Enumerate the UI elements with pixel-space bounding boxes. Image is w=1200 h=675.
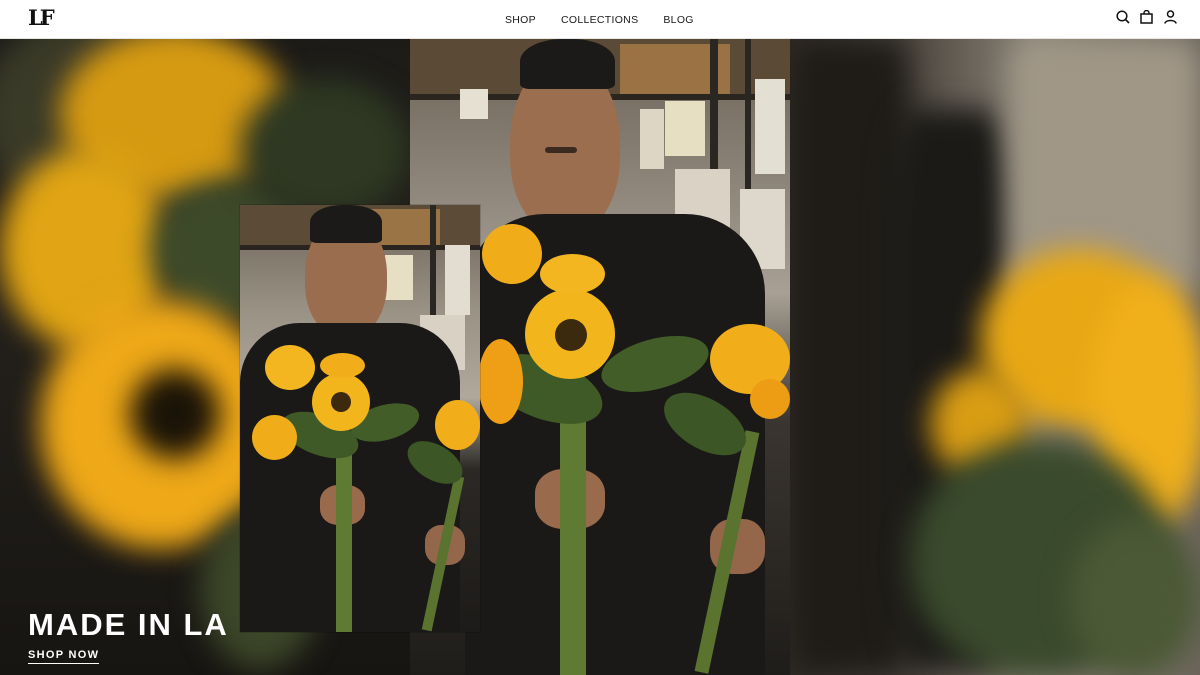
shopping-bag-icon[interactable] <box>1139 9 1154 25</box>
nav-shop[interactable]: SHOP <box>505 14 536 26</box>
shop-now-link[interactable]: SHOP NOW <box>28 649 100 664</box>
search-icon[interactable] <box>1115 9 1130 25</box>
hero-background-right <box>790 39 1200 675</box>
account-icon[interactable] <box>1163 9 1178 25</box>
nav-collections[interactable]: COLLECTIONS <box>561 14 638 26</box>
brand-logo[interactable]: LF <box>28 6 62 30</box>
hero-banner[interactable]: MADE IN LA SHOP NOW <box>0 39 1200 675</box>
hero-title: MADE IN LA <box>28 607 229 642</box>
hero-photo-inset <box>240 205 480 632</box>
header-icons <box>1115 9 1178 25</box>
site-header: LF SHOP COLLECTIONS BLOG <box>0 0 1200 39</box>
nav-blog[interactable]: BLOG <box>663 14 693 26</box>
main-nav: SHOP COLLECTIONS BLOG <box>505 0 694 39</box>
